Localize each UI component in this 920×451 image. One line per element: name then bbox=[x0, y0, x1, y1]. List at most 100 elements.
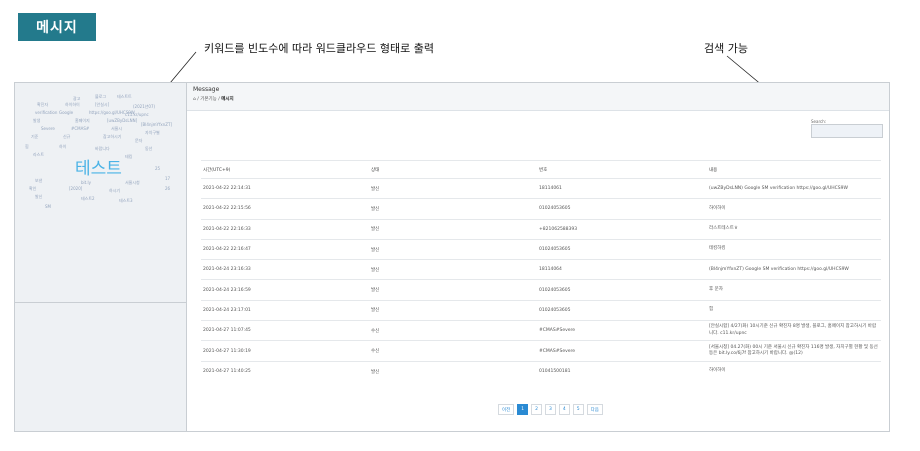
column-header-time[interactable]: 시간(UTC+9) bbox=[201, 160, 369, 179]
table-row[interactable]: 2021-04-22 22:15:56 발신 01024053605 하이하이 bbox=[201, 198, 881, 220]
pagination-page-2[interactable]: 2 bbox=[531, 404, 543, 415]
word-cloud-word: 블로그 bbox=[95, 94, 107, 99]
word-cloud-main-word: 테스트 bbox=[75, 159, 122, 179]
cell-time: 2021-04-24 23:16:33 bbox=[201, 259, 369, 280]
table-row[interactable]: 2021-04-22 22:16:33 발신 +821062588393 라스트테스트… bbox=[201, 218, 881, 240]
word-cloud-word: 홈페이지 bbox=[75, 118, 90, 123]
pagination-page-3[interactable]: 3 bbox=[545, 404, 556, 415]
word-cloud-word: c11.kr/upnc bbox=[125, 112, 149, 117]
word-cloud-word: verification bbox=[35, 110, 58, 115]
cell-time: 2021-04-22 22:16:47 bbox=[201, 238, 369, 260]
word-cloud-word: 보낸 bbox=[35, 178, 43, 183]
word-cloud-word: 하시기 bbox=[109, 188, 121, 193]
table-row[interactable]: 2021-04-24 23:16:33 발신 18114064 (Bl4njmYfxn… bbox=[201, 259, 881, 280]
cell-status: 발신 bbox=[369, 299, 537, 321]
cell-content: (uwZByDsLNN) Google SM verification http… bbox=[707, 177, 881, 199]
cell-content: 하이하이 bbox=[707, 198, 881, 220]
column-header-status[interactable]: 상태 bbox=[369, 160, 537, 179]
word-cloud-word: 발생 bbox=[33, 118, 41, 123]
word-cloud-word: [2020] bbox=[69, 186, 83, 191]
message-table: 시간(UTC+9) 상태 번호 내용 2021-04-22 22:14:31 발신… bbox=[201, 160, 881, 382]
word-cloud-word: 테스트3 bbox=[119, 198, 133, 203]
cell-number: 01041500181 bbox=[537, 360, 707, 382]
page-badge: 메시지 bbox=[18, 13, 96, 41]
word-cloud-word: #CMAS# bbox=[71, 126, 90, 131]
app-window: 테스트 광고 블로그 테스트트 확진자 하이하이 [안실시] (2021년07) verifi… bbox=[14, 82, 890, 432]
word-cloud-word: 확인 bbox=[29, 186, 37, 191]
cell-status: 발신 bbox=[369, 218, 537, 240]
cell-status: 발신 bbox=[369, 177, 537, 199]
cell-content: 힘 bbox=[707, 299, 881, 321]
word-cloud-word: [안실시] bbox=[95, 102, 110, 107]
cell-number: #CMAS#Severe bbox=[537, 340, 707, 362]
cell-content: 하이하이 bbox=[707, 360, 881, 382]
column-header-number[interactable]: 번호 bbox=[537, 160, 707, 179]
cell-time: 2021-04-22 22:15:56 bbox=[201, 198, 369, 220]
word-cloud-word: 기준 bbox=[31, 134, 39, 139]
breadcrumb: ⌂ / 기본기능 / 메시지 bbox=[193, 97, 234, 102]
word-cloud-word: 바랍니다 bbox=[95, 146, 110, 151]
cell-content: 라스트테스트ㅎ bbox=[707, 218, 881, 240]
word-cloud-word: 문자 bbox=[135, 138, 143, 143]
cell-time: 2021-04-24 23:16:59 bbox=[201, 279, 369, 301]
word-cloud-word: 신규 bbox=[63, 134, 71, 139]
word-cloud-word: 발신 bbox=[35, 194, 43, 199]
cell-status: 발신 bbox=[369, 279, 537, 301]
page-header: Message ⌂ / 기본기능 / 메시지 bbox=[187, 83, 889, 111]
cell-time: 2021-04-27 11:40:25 bbox=[201, 360, 369, 382]
word-cloud-word: 동선 bbox=[145, 146, 153, 151]
table-header-row: 시간(UTC+9) 상태 번호 내용 bbox=[201, 160, 881, 179]
column-header-content[interactable]: 내용 bbox=[707, 160, 881, 179]
cell-content: [서울시청] 04.27(화) 00시 기준 서울시 신규 확진자 116명 발… bbox=[707, 340, 881, 362]
cell-number: 18114064 bbox=[537, 259, 707, 280]
pagination-prev-button[interactable]: 이전 bbox=[498, 404, 515, 415]
page-title: Message bbox=[193, 86, 220, 93]
table-row[interactable]: 2021-04-24 23:17:01 발신 01024053605 힘 bbox=[201, 299, 881, 321]
table-row[interactable]: 2021-04-27 11:30:19 수신 #CMAS#Severe [서울시청] … bbox=[201, 340, 881, 362]
table-row[interactable]: 2021-04-22 22:16:47 발신 01024053605 테킹하킹 bbox=[201, 238, 881, 260]
word-cloud-word: bit.ly bbox=[81, 180, 91, 185]
word-cloud-word: 테스트트 bbox=[117, 94, 132, 99]
word-cloud-word: 힘 bbox=[25, 144, 29, 149]
cell-number: 01024053605 bbox=[537, 198, 707, 220]
table-row[interactable]: 2021-04-27 11:40:25 발신 01041500181 하이하이 bbox=[201, 360, 881, 382]
word-cloud-word: [uwZByDsLNN] bbox=[107, 118, 138, 123]
pagination-page-4[interactable]: 4 bbox=[558, 404, 570, 415]
cell-number: 18114061 bbox=[537, 177, 707, 199]
word-cloud-word: 확진자 bbox=[37, 102, 49, 107]
word-cloud-word: 17 bbox=[165, 176, 171, 181]
cell-status: 발신 bbox=[369, 259, 537, 280]
pagination-page-1[interactable]: 1 bbox=[517, 404, 529, 415]
cell-content: 후 문자 bbox=[707, 279, 881, 301]
word-cloud-word: 참고하시기 bbox=[103, 134, 122, 139]
word-cloud-word: 테스트2 bbox=[81, 196, 95, 201]
word-cloud-word: 라스트 bbox=[33, 152, 45, 157]
cell-time: 2021-04-22 22:16:33 bbox=[201, 218, 369, 240]
cell-content: (Bl4njmYfxnZT) Google SM verification ht… bbox=[707, 259, 881, 280]
word-cloud-word: 테킹 bbox=[125, 154, 133, 159]
pagination-page-5[interactable]: 5 bbox=[572, 404, 584, 415]
pagination: 이전 1 2 3 4 5 다음 bbox=[498, 404, 603, 415]
cell-number: 01024053605 bbox=[537, 279, 707, 301]
home-icon[interactable]: ⌂ bbox=[193, 97, 196, 102]
table-row[interactable]: 2021-04-22 22:14:31 발신 18114061 (uwZByDsLNN… bbox=[201, 177, 881, 199]
cell-time: 2021-04-27 11:30:19 bbox=[201, 340, 369, 362]
word-cloud-word: 서울시청 bbox=[125, 180, 140, 185]
pagination-next-button[interactable]: 다음 bbox=[586, 404, 603, 415]
cell-content: 테킹하킹 bbox=[707, 238, 881, 260]
search-input[interactable] bbox=[811, 124, 883, 138]
cell-status: 발신 bbox=[369, 198, 537, 220]
main-panel: Message ⌂ / 기본기능 / 메시지 Search: 시간(UTC+9)… bbox=[187, 83, 889, 431]
wordcloud-annotation: 키워드를 빈도수에 따라 워드클라우드 형태로 출력 bbox=[204, 42, 435, 55]
table-row[interactable]: 2021-04-24 23:16:59 발신 01024053605 후 문자 bbox=[201, 279, 881, 301]
cell-number: +821062588393 bbox=[537, 218, 707, 240]
word-cloud-word: 26 bbox=[165, 186, 171, 191]
word-cloud: 테스트 광고 블로그 테스트트 확진자 하이하이 [안실시] (2021년07) verifi… bbox=[15, 83, 187, 303]
table-row[interactable]: 2021-04-27 11:07:45 수신 #CMAS#Severe [안실시합] … bbox=[201, 320, 881, 341]
sidebar: 테스트 광고 블로그 테스트트 확진자 하이하이 [안실시] (2021년07) verifi… bbox=[15, 83, 187, 431]
word-cloud-word: [Bl4njmYfxnZT] bbox=[141, 122, 173, 127]
word-cloud-word: 서울시 bbox=[111, 126, 123, 131]
cell-time: 2021-04-22 22:14:31 bbox=[201, 177, 369, 199]
breadcrumb-parent[interactable]: 기본기능 bbox=[200, 97, 217, 102]
word-cloud-word: 하이 bbox=[59, 144, 67, 149]
